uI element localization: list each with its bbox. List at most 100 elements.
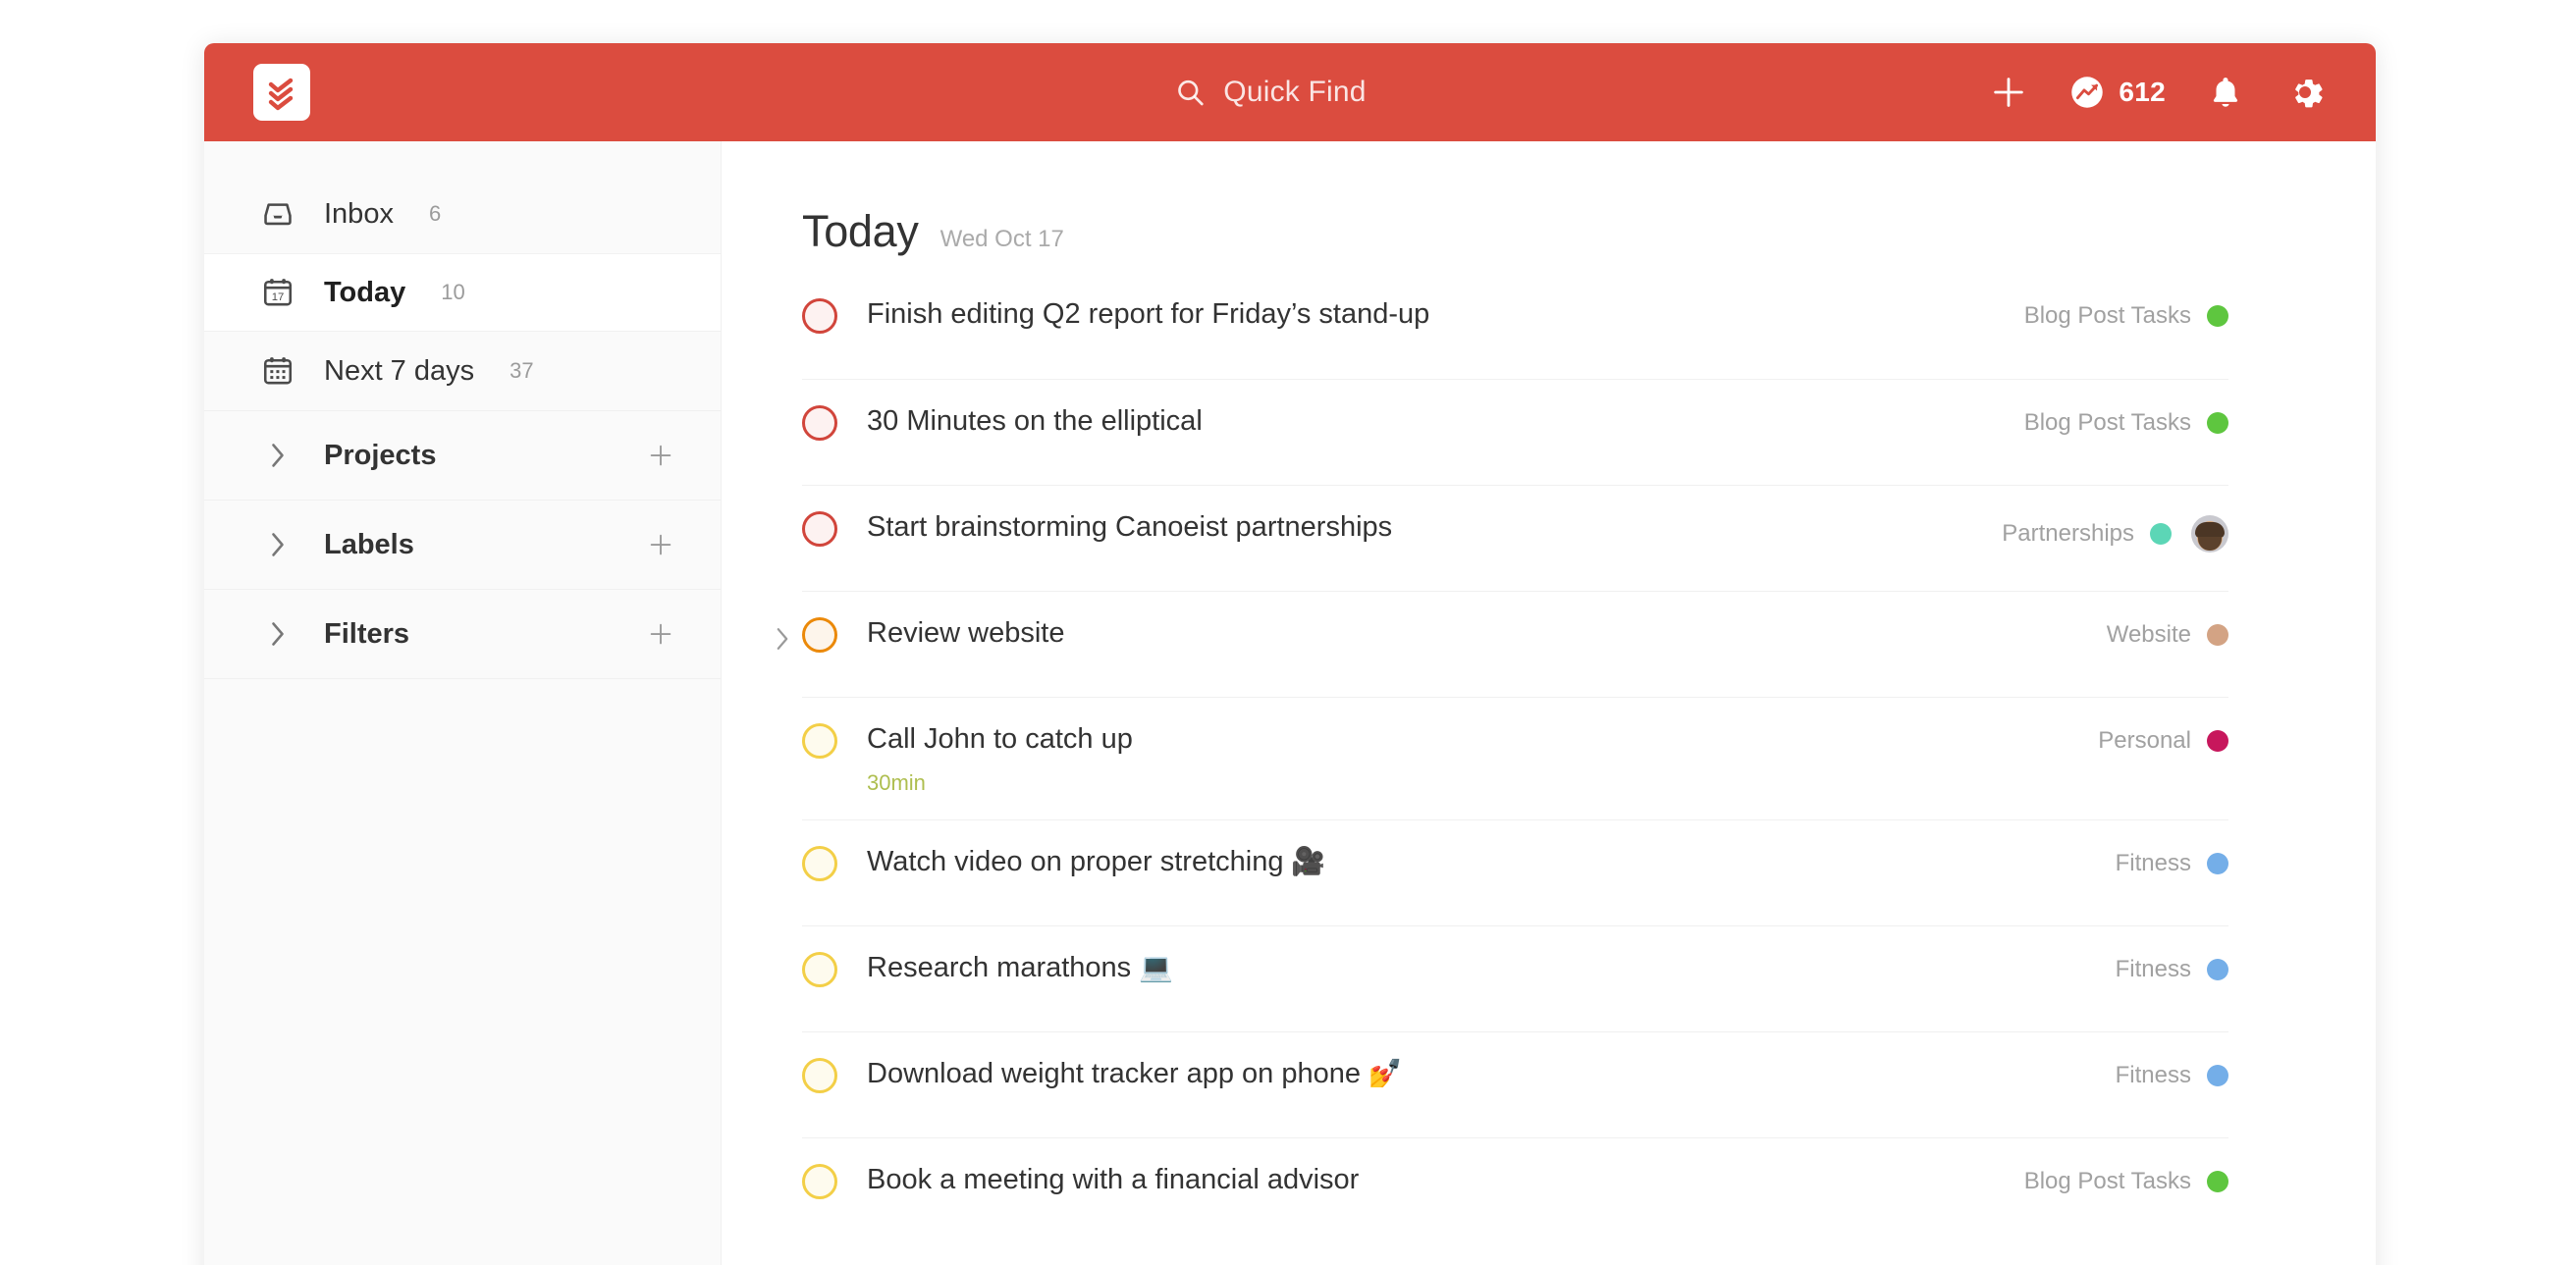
task-project-name[interactable]: Blog Post Tasks xyxy=(2024,409,2191,437)
project-color-dot xyxy=(2150,523,2172,545)
task-project-name[interactable]: Fitness xyxy=(2116,850,2191,877)
task-title: Finish editing Q2 report for Friday’s st… xyxy=(867,298,1430,330)
task-body: Book a meeting with a financial advisor xyxy=(867,1162,2024,1197)
task-row[interactable]: Download weight tracker app on phone 💅 Fi… xyxy=(802,1031,2228,1137)
avatar[interactable] xyxy=(2191,515,2228,553)
task-project-name[interactable]: Partnerships xyxy=(2002,520,2134,548)
sidebar-group-projects[interactable]: Projects xyxy=(204,410,721,500)
task-meta: Blog Post Tasks xyxy=(2024,403,2228,437)
task-checkbox[interactable] xyxy=(802,952,837,988)
sidebar-item-inbox[interactable]: Inbox 6 xyxy=(204,175,721,253)
task-duration[interactable]: 30min xyxy=(867,770,2098,796)
task-title: Review website xyxy=(867,617,1065,649)
task-checkbox[interactable] xyxy=(802,298,837,334)
task-title: Watch video on proper stretching 🎥 xyxy=(867,846,1326,878)
task-meta: Partnerships xyxy=(2002,509,2228,553)
project-color-dot xyxy=(2207,305,2228,327)
bell-icon[interactable] xyxy=(2207,74,2244,111)
sidebar-item-label: Inbox xyxy=(324,197,394,230)
sidebar-group-label: Labels xyxy=(324,528,414,560)
plus-icon[interactable] xyxy=(1989,73,2028,112)
task-title: Book a meeting with a financial advisor xyxy=(867,1164,1360,1196)
search-icon xyxy=(1174,77,1206,108)
task-body: Watch video on proper stretching 🎥 xyxy=(867,844,2116,879)
task-meta: Fitness xyxy=(2116,950,2228,983)
task-checkbox[interactable] xyxy=(802,723,837,759)
calendar-17-icon: 17 xyxy=(259,274,296,311)
task-checkbox[interactable] xyxy=(802,405,837,441)
task-project-name[interactable]: Blog Post Tasks xyxy=(2024,1168,2191,1195)
sidebar: Inbox 6 17 Today 10 Next 7 days 37 Proje… xyxy=(204,141,722,1265)
task-checkbox[interactable] xyxy=(802,511,837,547)
task-row[interactable]: Finish editing Q2 report for Friday’s st… xyxy=(802,283,2228,379)
svg-text:17: 17 xyxy=(272,291,285,303)
sidebar-group-label: Filters xyxy=(324,617,410,650)
task-body: Start brainstorming Canoeist partnership… xyxy=(867,509,2002,545)
task-body: Research marathons 💻 xyxy=(867,950,2116,985)
task-checkbox[interactable] xyxy=(802,1164,837,1200)
task-checkbox[interactable] xyxy=(802,1058,837,1094)
task-emoji: 🎥 xyxy=(1283,846,1326,877)
task-list: Finish editing Q2 report for Friday’s st… xyxy=(777,283,2228,1243)
task-meta: Blog Post Tasks xyxy=(2024,1162,2228,1195)
sidebar-group-labels[interactable]: Labels xyxy=(204,500,721,589)
quick-find-label: Quick Find xyxy=(1223,76,1367,108)
task-body: Call John to catch up 30min xyxy=(867,721,2098,796)
project-color-dot xyxy=(2207,624,2228,646)
task-meta: Website xyxy=(2107,615,2228,649)
task-row[interactable]: Start brainstorming Canoeist partnership… xyxy=(802,485,2228,591)
sidebar-item-today[interactable]: 17 Today 10 xyxy=(204,253,721,332)
task-row[interactable]: Book a meeting with a financial advisor B… xyxy=(802,1137,2228,1243)
sidebar-item-count: 37 xyxy=(510,358,534,383)
task-checkbox[interactable] xyxy=(802,846,837,882)
sidebar-divider xyxy=(204,678,721,679)
task-row[interactable]: 30 Minutes on the elliptical Blog Post Ta… xyxy=(802,379,2228,485)
main-content: Today Wed Oct 17 Finish editing Q2 repor… xyxy=(722,141,2376,1265)
task-checkbox[interactable] xyxy=(802,617,837,653)
page-title: Today xyxy=(802,206,919,256)
chevron-right-icon[interactable] xyxy=(259,619,296,649)
task-meta: Blog Post Tasks xyxy=(2024,296,2228,330)
task-row[interactable]: Research marathons 💻 Fitness xyxy=(802,925,2228,1031)
gear-icon[interactable] xyxy=(2285,73,2325,112)
task-meta: Fitness xyxy=(2116,844,2228,877)
task-body: Finish editing Q2 report for Friday’s st… xyxy=(867,296,2024,332)
task-row[interactable]: Review website Website xyxy=(777,591,2228,697)
task-title: Start brainstorming Canoeist partnership… xyxy=(867,511,1393,543)
project-color-dot xyxy=(2207,730,2228,752)
add-filter-button[interactable] xyxy=(646,619,675,649)
project-color-dot xyxy=(2207,1171,2228,1193)
inbox-icon xyxy=(259,195,296,233)
page-date: Wed Oct 17 xyxy=(939,226,1064,252)
expand-subtasks-chevron-right-icon[interactable] xyxy=(771,627,794,651)
quick-find-search[interactable]: Quick Find xyxy=(1174,76,1366,109)
task-project-name[interactable]: Blog Post Tasks xyxy=(2024,302,2191,330)
task-meta: Personal xyxy=(2098,721,2228,755)
task-emoji: 💻 xyxy=(1131,952,1173,983)
task-project-name[interactable]: Website xyxy=(2107,621,2191,649)
task-project-name[interactable]: Personal xyxy=(2098,727,2191,755)
task-project-name[interactable]: Fitness xyxy=(2116,956,2191,983)
todoist-logo[interactable] xyxy=(253,64,310,121)
task-row[interactable]: Watch video on proper stretching 🎥 Fitnes… xyxy=(802,819,2228,925)
sidebar-group-filters[interactable]: Filters xyxy=(204,589,721,678)
task-project-name[interactable]: Fitness xyxy=(2116,1062,2191,1089)
add-project-button[interactable] xyxy=(646,441,675,470)
calendar-grid-icon xyxy=(259,352,296,390)
app-window: Quick Find 612 Inbox 6 17 Today 10 Next … xyxy=(0,0,2576,1265)
topbar-actions: 612 xyxy=(1989,73,2325,112)
project-color-dot xyxy=(2207,959,2228,981)
project-color-dot xyxy=(2207,853,2228,875)
app-body: Inbox 6 17 Today 10 Next 7 days 37 Proje… xyxy=(204,141,2376,1265)
task-title: 30 Minutes on the elliptical xyxy=(867,405,1203,437)
chevron-right-icon[interactable] xyxy=(259,441,296,470)
project-color-dot xyxy=(2207,1065,2228,1087)
karma-points[interactable]: 612 xyxy=(2069,75,2166,110)
add-label-button[interactable] xyxy=(646,530,675,559)
sidebar-item-next-7-days[interactable]: Next 7 days 37 xyxy=(204,332,721,410)
task-row[interactable]: Call John to catch up 30min Personal xyxy=(802,697,2228,819)
task-body: Review website xyxy=(867,615,2107,651)
karma-icon xyxy=(2069,75,2105,110)
task-title: Call John to catch up xyxy=(867,723,1133,755)
chevron-right-icon[interactable] xyxy=(259,530,296,559)
